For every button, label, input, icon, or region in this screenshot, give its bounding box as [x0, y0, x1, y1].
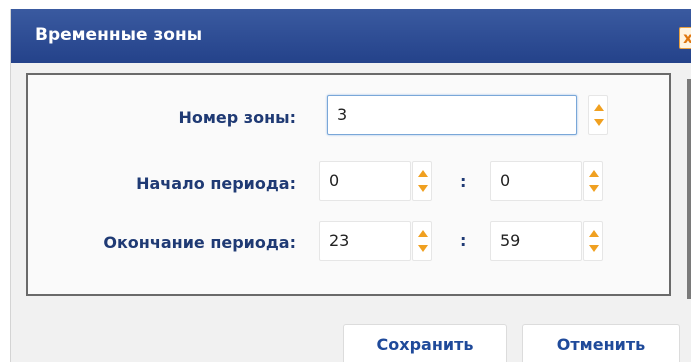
close-icon[interactable]: x — [679, 27, 691, 49]
period-start-minutes-input[interactable]: 0 — [490, 161, 582, 201]
period-end-label: Окончание периода: — [103, 233, 296, 252]
spin-down-icon[interactable] — [589, 185, 599, 192]
time-separator: : — [460, 172, 467, 191]
period-start-hours-input[interactable]: 0 — [319, 161, 411, 201]
cancel-button[interactable]: Отменить — [522, 324, 680, 362]
period-end-minutes-input[interactable]: 59 — [490, 221, 582, 261]
spin-down-icon[interactable] — [589, 245, 599, 252]
spin-up-icon[interactable] — [589, 170, 599, 177]
time-zones-dialog: Временные зоны x Номер зоны: 3 Начало пе… — [10, 9, 691, 362]
dialog-titlebar[interactable]: Временные зоны x — [11, 9, 691, 63]
period-start-minutes-spinner[interactable] — [583, 161, 603, 201]
spin-up-icon[interactable] — [594, 104, 604, 111]
period-end-minutes-spinner[interactable] — [583, 221, 603, 261]
period-end-hours-input[interactable]: 23 — [319, 221, 411, 261]
save-button[interactable]: Сохранить — [343, 324, 507, 362]
period-end-hours-spinner[interactable] — [412, 221, 432, 261]
spin-down-icon[interactable] — [418, 245, 428, 252]
period-start-label: Начало периода: — [136, 174, 296, 193]
spin-up-icon[interactable] — [418, 230, 428, 237]
spin-down-icon[interactable] — [418, 185, 428, 192]
spin-up-icon[interactable] — [418, 170, 428, 177]
dialog-title: Временные зоны — [35, 25, 203, 45]
spin-up-icon[interactable] — [589, 230, 599, 237]
scrollbar[interactable] — [687, 79, 691, 299]
period-start-hours-spinner[interactable] — [412, 161, 432, 201]
zone-number-input[interactable]: 3 — [327, 95, 577, 135]
time-separator: : — [460, 231, 467, 250]
zone-number-label: Номер зоны: — [178, 108, 296, 127]
spin-down-icon[interactable] — [594, 119, 604, 126]
zone-number-spinner[interactable] — [588, 95, 608, 135]
